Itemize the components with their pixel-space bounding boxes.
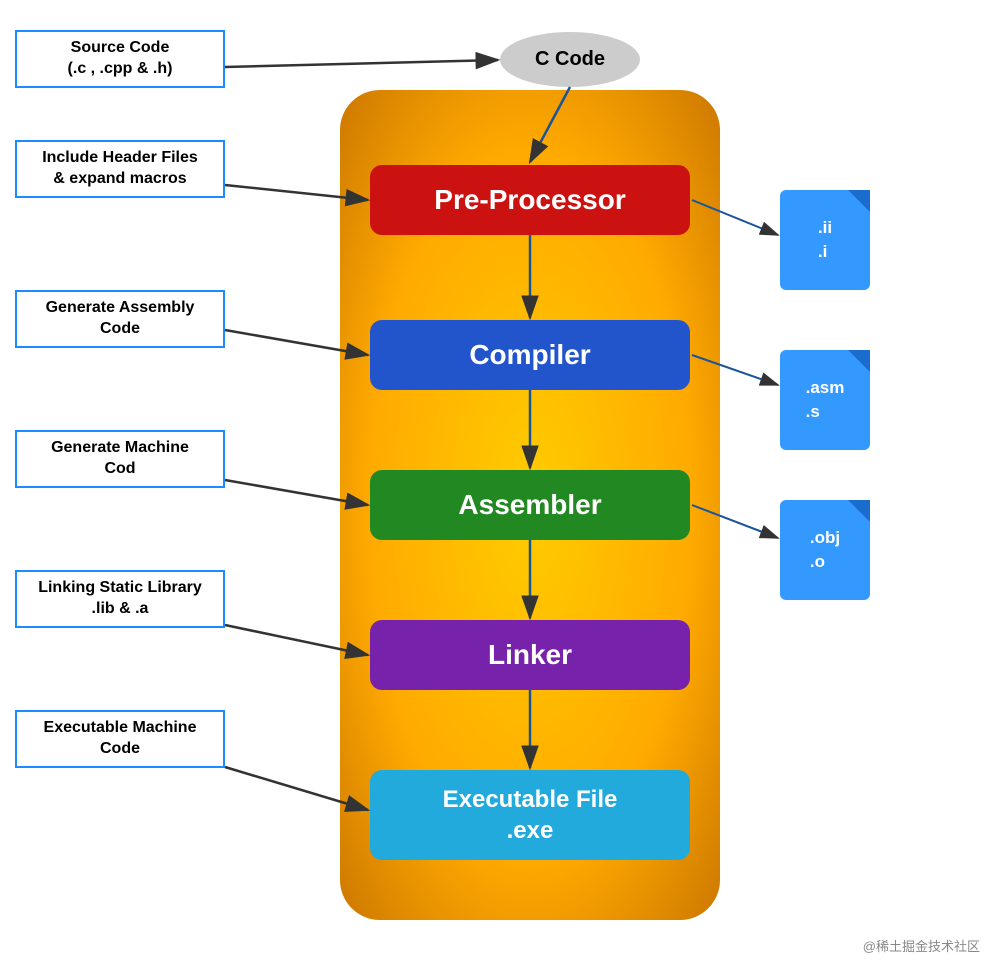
c-code-label: C Code <box>535 48 605 71</box>
compiler-box: Compiler <box>370 320 690 390</box>
label-linking: Linking Static Library.lib & .a <box>15 570 225 628</box>
file-asm-icon: .asm.s <box>780 350 870 450</box>
file-ii-icon: .ii.i <box>780 190 870 290</box>
label-header: Include Header Files& expand macros <box>15 140 225 198</box>
label-header-text: Include Header Files& expand macros <box>42 149 198 187</box>
file-asm-text: .asm.s <box>806 376 845 424</box>
c-code-ellipse: C Code <box>500 32 640 87</box>
preprocessor-label: Pre-Processor <box>434 184 625 216</box>
watermark: @稀土掘金技术社区 <box>863 936 980 955</box>
assembler-label: Assembler <box>458 489 601 521</box>
label-source-text: Source Code(.c , .cpp & .h) <box>68 39 173 77</box>
preprocessor-box: Pre-Processor <box>370 165 690 235</box>
label-machine: Generate MachineCod <box>15 430 225 488</box>
label-machine-text: Generate MachineCod <box>51 439 189 477</box>
file-obj-text: .obj.o <box>810 526 840 574</box>
label-assembly-text: Generate Assembly Code <box>46 299 195 337</box>
linker-box: Linker <box>370 620 690 690</box>
label-linking-text: Linking Static Library.lib & .a <box>38 579 202 617</box>
assembler-box: Assembler <box>370 470 690 540</box>
label-source: Source Code(.c , .cpp & .h) <box>15 30 225 88</box>
label-executable-text: Executable MachineCode <box>44 719 197 757</box>
linker-label: Linker <box>488 639 572 671</box>
label-executable: Executable MachineCode <box>15 710 225 768</box>
file-obj-icon: .obj.o <box>780 500 870 600</box>
diagram-container: C Code Source Code(.c , .cpp & .h) Inclu… <box>10 10 995 965</box>
executable-box: Executable File.exe <box>370 770 690 860</box>
arrow-source-ccode <box>225 60 498 67</box>
file-ii-text: .ii.i <box>818 216 832 264</box>
label-assembly: Generate Assembly Code <box>15 290 225 348</box>
executable-label: Executable File.exe <box>443 784 618 846</box>
compiler-label: Compiler <box>469 339 590 371</box>
